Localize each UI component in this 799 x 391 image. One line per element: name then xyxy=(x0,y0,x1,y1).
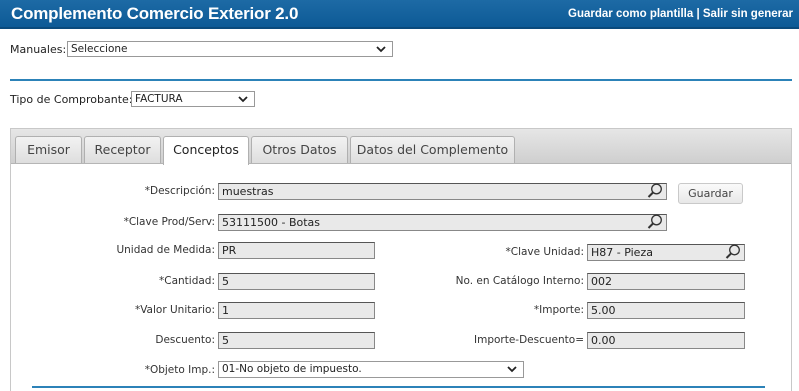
importe-descuento-label: Importe-Descuento= xyxy=(474,334,584,346)
catalogo-value: 002 xyxy=(591,275,612,288)
guardar-button[interactable]: Guardar xyxy=(678,183,743,204)
tab-emisor[interactable]: Emisor xyxy=(15,136,82,163)
descripcion-input[interactable]: muestras xyxy=(218,183,667,200)
manuales-select[interactable]: Seleccione xyxy=(67,41,393,57)
chevron-down-icon xyxy=(238,96,248,103)
tab-conceptos[interactable]: Conceptos xyxy=(163,136,249,165)
clave-prod-label: *Clave Prod/Serv: xyxy=(123,216,215,228)
tipo-comprobante-label: Tipo de Comprobante: xyxy=(10,93,133,106)
valor-unitario-input[interactable]: 1 xyxy=(218,302,375,319)
clave-unidad-value: H87 - Pieza xyxy=(591,246,653,259)
importe-descuento-value: 0.00 xyxy=(591,334,616,347)
importe-input[interactable]: 5.00 xyxy=(587,302,745,319)
exit-without-generating-link[interactable]: Salir sin generar xyxy=(703,8,793,20)
clave-unidad-input[interactable]: H87 - Pieza xyxy=(587,244,745,261)
title-bar: Complemento Comercio Exterior 2.0 Guarda… xyxy=(0,0,799,29)
importe-descuento-input[interactable]: 0.00 xyxy=(587,332,745,349)
catalogo-label: No. en Catálogo Interno: xyxy=(455,275,584,287)
catalogo-input[interactable]: 002 xyxy=(587,273,745,290)
app-title: Complemento Comercio Exterior 2.0 xyxy=(11,4,299,23)
tab-datos-complemento[interactable]: Datos del Complemento xyxy=(350,136,515,163)
clave-prod-input[interactable]: 53111500 - Botas xyxy=(218,214,667,231)
cantidad-input[interactable]: 5 xyxy=(218,273,375,290)
unidad-medida-label: Unidad de Medida: xyxy=(116,244,215,256)
search-icon[interactable] xyxy=(646,213,664,231)
tipo-comprobante-select[interactable]: FACTURA xyxy=(131,91,255,107)
header-actions: Guardar como plantilla | Salir sin gener… xyxy=(568,8,793,20)
objeto-imp-select[interactable]: 01-No objeto de impuesto. xyxy=(218,361,524,378)
descripcion-value: muestras xyxy=(222,185,274,198)
clave-unidad-label: *Clave Unidad: xyxy=(505,246,584,258)
descuento-input[interactable]: 5 xyxy=(218,332,375,349)
objeto-imp-value: 01-No objeto de impuesto. xyxy=(222,363,362,375)
search-icon[interactable] xyxy=(646,182,664,200)
search-icon[interactable] xyxy=(724,243,742,261)
objeto-imp-label: *Objeto Imp.: xyxy=(144,364,215,376)
header-separator: | xyxy=(693,8,703,20)
chevron-down-icon xyxy=(376,46,386,53)
tipo-comprobante-value: FACTURA xyxy=(135,93,183,105)
cantidad-label: *Cantidad: xyxy=(158,275,215,287)
importe-value: 5.00 xyxy=(591,304,616,317)
descuento-value: 5 xyxy=(222,334,229,347)
manuales-select-value: Seleccione xyxy=(71,43,128,55)
importe-label: *Importe: xyxy=(533,304,584,316)
tab-bar: Emisor Receptor Conceptos Otros Datos Da… xyxy=(11,129,791,165)
descripcion-label: *Descripción: xyxy=(144,185,215,197)
unidad-medida-value: PR xyxy=(222,244,237,257)
section-divider xyxy=(10,79,792,81)
manuales-label: Manuales: xyxy=(10,43,67,56)
valor-unitario-label: *Valor Unitario: xyxy=(134,304,215,316)
valor-unitario-value: 1 xyxy=(222,304,229,317)
save-template-link[interactable]: Guardar como plantilla xyxy=(568,8,693,20)
unidad-medida-input[interactable]: PR xyxy=(218,242,375,259)
descuento-label: Descuento: xyxy=(155,334,215,346)
clave-prod-value: 53111500 - Botas xyxy=(222,216,321,229)
tab-receptor[interactable]: Receptor xyxy=(84,136,161,163)
form-bottom-divider xyxy=(32,386,765,388)
chevron-down-icon xyxy=(507,366,517,373)
cantidad-value: 5 xyxy=(222,275,229,288)
tab-otros-datos[interactable]: Otros Datos xyxy=(251,136,348,163)
